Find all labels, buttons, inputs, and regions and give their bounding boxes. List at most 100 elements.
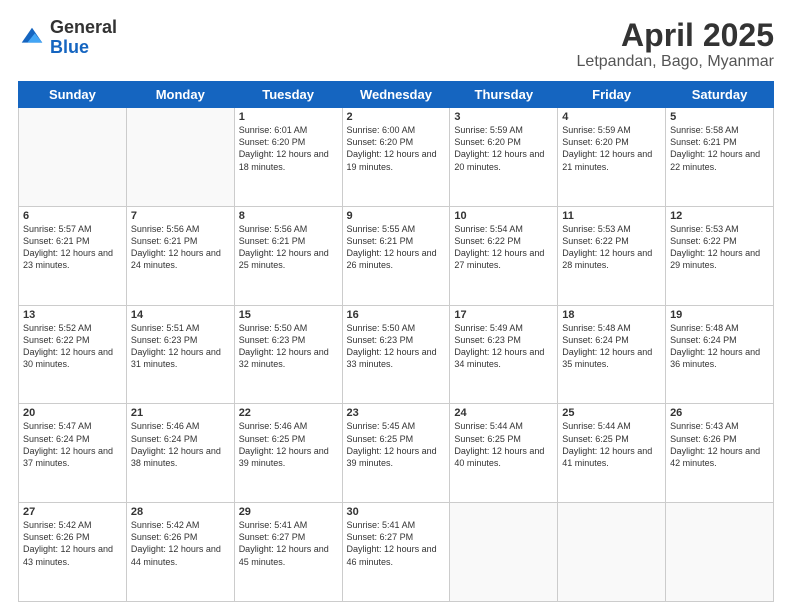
calendar-cell: 11Sunrise: 5:53 AMSunset: 6:22 PMDayligh… xyxy=(558,206,666,305)
day-number: 23 xyxy=(347,407,446,419)
calendar-cell: 20Sunrise: 5:47 AMSunset: 6:24 PMDayligh… xyxy=(19,404,127,503)
cell-info: Sunrise: 5:51 AMSunset: 6:23 PMDaylight:… xyxy=(131,322,230,371)
cell-info: Sunrise: 5:56 AMSunset: 6:21 PMDaylight:… xyxy=(131,223,230,272)
calendar-cell: 24Sunrise: 5:44 AMSunset: 6:25 PMDayligh… xyxy=(450,404,558,503)
day-number: 18 xyxy=(562,309,661,321)
calendar-cell: 9Sunrise: 5:55 AMSunset: 6:21 PMDaylight… xyxy=(342,206,450,305)
day-number: 8 xyxy=(239,210,338,222)
day-number: 24 xyxy=(454,407,553,419)
weekday-header-row: SundayMondayTuesdayWednesdayThursdayFrid… xyxy=(19,82,774,108)
calendar-table: SundayMondayTuesdayWednesdayThursdayFrid… xyxy=(18,81,774,602)
calendar-cell xyxy=(558,503,666,602)
logo: General Blue xyxy=(18,18,117,58)
day-number: 19 xyxy=(670,309,769,321)
cell-info: Sunrise: 5:59 AMSunset: 6:20 PMDaylight:… xyxy=(454,124,553,173)
cell-info: Sunrise: 5:42 AMSunset: 6:26 PMDaylight:… xyxy=(23,519,122,568)
day-number: 15 xyxy=(239,309,338,321)
calendar-week-row: 6Sunrise: 5:57 AMSunset: 6:21 PMDaylight… xyxy=(19,206,774,305)
weekday-header: Wednesday xyxy=(342,82,450,108)
cell-info: Sunrise: 5:53 AMSunset: 6:22 PMDaylight:… xyxy=(562,223,661,272)
title-location: Letpandan, Bago, Myanmar xyxy=(577,53,774,71)
calendar-cell: 18Sunrise: 5:48 AMSunset: 6:24 PMDayligh… xyxy=(558,305,666,404)
weekday-header: Monday xyxy=(126,82,234,108)
calendar-cell: 15Sunrise: 5:50 AMSunset: 6:23 PMDayligh… xyxy=(234,305,342,404)
weekday-header: Sunday xyxy=(19,82,127,108)
day-number: 11 xyxy=(562,210,661,222)
day-number: 16 xyxy=(347,309,446,321)
cell-info: Sunrise: 5:44 AMSunset: 6:25 PMDaylight:… xyxy=(454,420,553,469)
calendar-cell: 1Sunrise: 6:01 AMSunset: 6:20 PMDaylight… xyxy=(234,108,342,207)
calendar-cell xyxy=(126,108,234,207)
calendar-cell: 6Sunrise: 5:57 AMSunset: 6:21 PMDaylight… xyxy=(19,206,127,305)
day-number: 26 xyxy=(670,407,769,419)
cell-info: Sunrise: 5:43 AMSunset: 6:26 PMDaylight:… xyxy=(670,420,769,469)
calendar-cell: 22Sunrise: 5:46 AMSunset: 6:25 PMDayligh… xyxy=(234,404,342,503)
page: General Blue April 2025 Letpandan, Bago,… xyxy=(0,0,792,612)
day-number: 5 xyxy=(670,111,769,123)
calendar-week-row: 1Sunrise: 6:01 AMSunset: 6:20 PMDaylight… xyxy=(19,108,774,207)
calendar-week-row: 13Sunrise: 5:52 AMSunset: 6:22 PMDayligh… xyxy=(19,305,774,404)
calendar-cell: 12Sunrise: 5:53 AMSunset: 6:22 PMDayligh… xyxy=(666,206,774,305)
logo-text: General Blue xyxy=(50,18,117,58)
day-number: 20 xyxy=(23,407,122,419)
day-number: 13 xyxy=(23,309,122,321)
calendar-cell: 21Sunrise: 5:46 AMSunset: 6:24 PMDayligh… xyxy=(126,404,234,503)
calendar-cell xyxy=(666,503,774,602)
day-number: 29 xyxy=(239,506,338,518)
calendar-cell xyxy=(450,503,558,602)
cell-info: Sunrise: 5:45 AMSunset: 6:25 PMDaylight:… xyxy=(347,420,446,469)
calendar-cell: 2Sunrise: 6:00 AMSunset: 6:20 PMDaylight… xyxy=(342,108,450,207)
cell-info: Sunrise: 5:41 AMSunset: 6:27 PMDaylight:… xyxy=(347,519,446,568)
day-number: 28 xyxy=(131,506,230,518)
cell-info: Sunrise: 6:01 AMSunset: 6:20 PMDaylight:… xyxy=(239,124,338,173)
cell-info: Sunrise: 5:54 AMSunset: 6:22 PMDaylight:… xyxy=(454,223,553,272)
calendar-cell: 28Sunrise: 5:42 AMSunset: 6:26 PMDayligh… xyxy=(126,503,234,602)
day-number: 30 xyxy=(347,506,446,518)
day-number: 21 xyxy=(131,407,230,419)
header: General Blue April 2025 Letpandan, Bago,… xyxy=(18,18,774,71)
cell-info: Sunrise: 5:49 AMSunset: 6:23 PMDaylight:… xyxy=(454,322,553,371)
calendar-cell: 14Sunrise: 5:51 AMSunset: 6:23 PMDayligh… xyxy=(126,305,234,404)
day-number: 2 xyxy=(347,111,446,123)
calendar-cell: 3Sunrise: 5:59 AMSunset: 6:20 PMDaylight… xyxy=(450,108,558,207)
calendar-cell: 29Sunrise: 5:41 AMSunset: 6:27 PMDayligh… xyxy=(234,503,342,602)
cell-info: Sunrise: 5:56 AMSunset: 6:21 PMDaylight:… xyxy=(239,223,338,272)
calendar-cell: 23Sunrise: 5:45 AMSunset: 6:25 PMDayligh… xyxy=(342,404,450,503)
cell-info: Sunrise: 5:55 AMSunset: 6:21 PMDaylight:… xyxy=(347,223,446,272)
cell-info: Sunrise: 5:52 AMSunset: 6:22 PMDaylight:… xyxy=(23,322,122,371)
calendar-cell: 8Sunrise: 5:56 AMSunset: 6:21 PMDaylight… xyxy=(234,206,342,305)
calendar-cell: 26Sunrise: 5:43 AMSunset: 6:26 PMDayligh… xyxy=(666,404,774,503)
day-number: 12 xyxy=(670,210,769,222)
calendar-cell: 27Sunrise: 5:42 AMSunset: 6:26 PMDayligh… xyxy=(19,503,127,602)
cell-info: Sunrise: 5:46 AMSunset: 6:24 PMDaylight:… xyxy=(131,420,230,469)
day-number: 10 xyxy=(454,210,553,222)
cell-info: Sunrise: 5:48 AMSunset: 6:24 PMDaylight:… xyxy=(562,322,661,371)
cell-info: Sunrise: 5:50 AMSunset: 6:23 PMDaylight:… xyxy=(239,322,338,371)
day-number: 3 xyxy=(454,111,553,123)
cell-info: Sunrise: 5:53 AMSunset: 6:22 PMDaylight:… xyxy=(670,223,769,272)
cell-info: Sunrise: 6:00 AMSunset: 6:20 PMDaylight:… xyxy=(347,124,446,173)
day-number: 27 xyxy=(23,506,122,518)
calendar-cell: 16Sunrise: 5:50 AMSunset: 6:23 PMDayligh… xyxy=(342,305,450,404)
title-month: April 2025 xyxy=(577,18,774,53)
calendar-cell: 25Sunrise: 5:44 AMSunset: 6:25 PMDayligh… xyxy=(558,404,666,503)
weekday-header: Thursday xyxy=(450,82,558,108)
day-number: 7 xyxy=(131,210,230,222)
title-block: April 2025 Letpandan, Bago, Myanmar xyxy=(577,18,774,71)
calendar-cell: 30Sunrise: 5:41 AMSunset: 6:27 PMDayligh… xyxy=(342,503,450,602)
cell-info: Sunrise: 5:57 AMSunset: 6:21 PMDaylight:… xyxy=(23,223,122,272)
calendar-cell: 5Sunrise: 5:58 AMSunset: 6:21 PMDaylight… xyxy=(666,108,774,207)
calendar-cell: 10Sunrise: 5:54 AMSunset: 6:22 PMDayligh… xyxy=(450,206,558,305)
calendar-week-row: 27Sunrise: 5:42 AMSunset: 6:26 PMDayligh… xyxy=(19,503,774,602)
day-number: 17 xyxy=(454,309,553,321)
calendar-cell: 19Sunrise: 5:48 AMSunset: 6:24 PMDayligh… xyxy=(666,305,774,404)
cell-info: Sunrise: 5:47 AMSunset: 6:24 PMDaylight:… xyxy=(23,420,122,469)
cell-info: Sunrise: 5:41 AMSunset: 6:27 PMDaylight:… xyxy=(239,519,338,568)
cell-info: Sunrise: 5:44 AMSunset: 6:25 PMDaylight:… xyxy=(562,420,661,469)
cell-info: Sunrise: 5:46 AMSunset: 6:25 PMDaylight:… xyxy=(239,420,338,469)
cell-info: Sunrise: 5:50 AMSunset: 6:23 PMDaylight:… xyxy=(347,322,446,371)
cell-info: Sunrise: 5:59 AMSunset: 6:20 PMDaylight:… xyxy=(562,124,661,173)
calendar-week-row: 20Sunrise: 5:47 AMSunset: 6:24 PMDayligh… xyxy=(19,404,774,503)
day-number: 25 xyxy=(562,407,661,419)
cell-info: Sunrise: 5:58 AMSunset: 6:21 PMDaylight:… xyxy=(670,124,769,173)
